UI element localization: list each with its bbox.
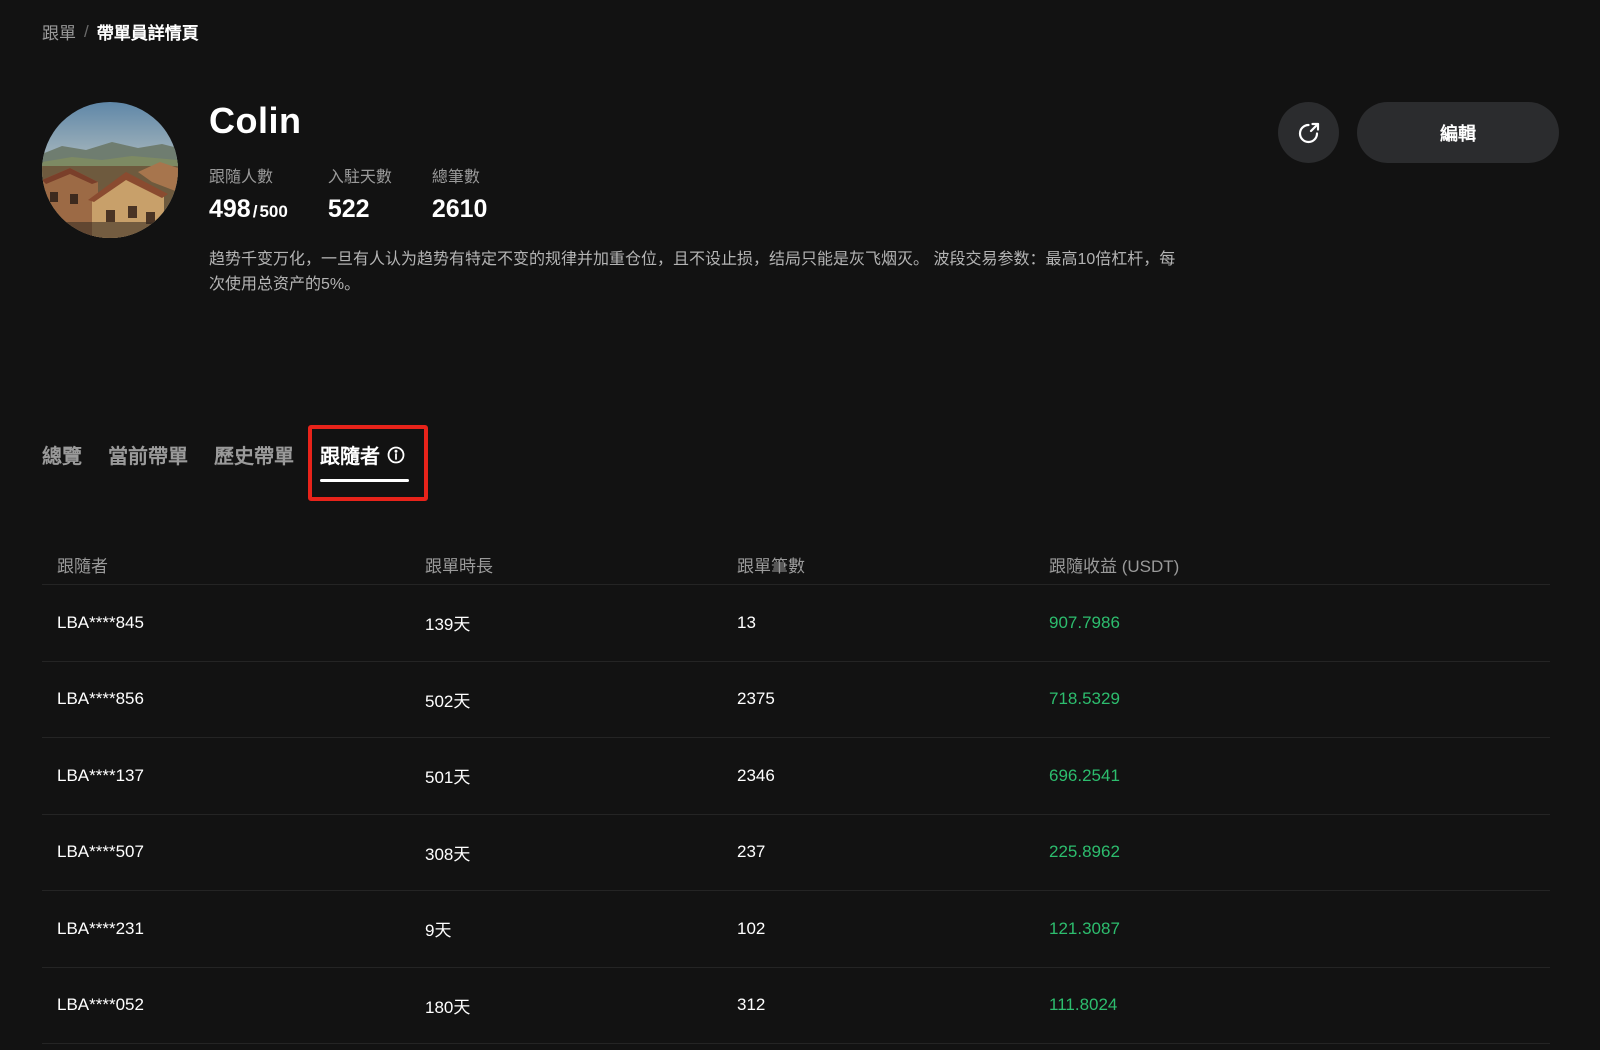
column-header-duration: 跟單時長 xyxy=(425,556,493,576)
followers-slash: / xyxy=(252,202,258,221)
cell-count: 312 xyxy=(737,995,766,1015)
stat-followers: 跟隨人數 498/500 xyxy=(209,163,288,224)
table-row: LBA****507 308天 237 225.8962 xyxy=(42,815,1550,891)
stats-group: 跟隨人數 498/500 入駐天數 522 總筆數 2610 xyxy=(209,163,487,224)
column-header-count: 跟單筆數 xyxy=(737,556,805,576)
breadcrumb: 跟單 / 帶單員詳情頁 xyxy=(42,19,199,44)
avatar xyxy=(42,102,178,238)
cell-profit: 718.5329 xyxy=(1049,689,1120,709)
table-row: LBA****137 501天 2346 696.2541 xyxy=(42,738,1550,815)
trader-bio: 趋势千变万化，一旦有人认为趋势有特定不变的规律并加重仓位，且不设止损，结局只能是… xyxy=(209,251,1176,293)
cell-follower: LBA****231 xyxy=(57,918,144,938)
tab-history-orders[interactable]: 歷史帶單 xyxy=(214,440,294,469)
table-row: LBA****231 9天 102 121.3087 xyxy=(42,891,1550,968)
stat-followers-value: 498/500 xyxy=(209,195,288,224)
cell-profit: 696.2541 xyxy=(1049,765,1120,785)
cell-count: 2346 xyxy=(737,765,775,785)
followers-max: 500 xyxy=(259,202,288,221)
cell-count: 13 xyxy=(737,612,756,632)
stat-trades: 總筆數 2610 xyxy=(432,163,488,224)
column-header-follower: 跟隨者 xyxy=(57,556,108,576)
table-row: LBA****052 180天 312 111.8024 xyxy=(42,968,1550,1044)
cell-duration: 308天 xyxy=(425,844,471,864)
tab-followers[interactable]: 跟隨者 xyxy=(320,440,409,482)
cell-follower: LBA****052 xyxy=(57,995,144,1015)
cell-profit: 907.7986 xyxy=(1049,612,1120,632)
cell-profit: 225.8962 xyxy=(1049,842,1120,862)
info-icon[interactable] xyxy=(387,446,405,464)
cell-count: 237 xyxy=(737,842,766,862)
stat-trades-value: 2610 xyxy=(431,195,488,223)
followers-count: 498 xyxy=(209,195,251,223)
table-header: 跟隨者 跟單時長 跟單筆數 跟隨收益 (USDT) xyxy=(42,534,1550,585)
stat-days-label: 入駐天數 xyxy=(327,169,392,186)
tab-overview[interactable]: 總覽 xyxy=(42,440,82,469)
column-header-profit: 跟隨收益 (USDT) xyxy=(1049,556,1180,576)
page: 跟單 / 帶單員詳情頁 Colin 跟隨人數 498 / 500 入駐天數 52… xyxy=(0,0,1600,1050)
breadcrumb-parent-link[interactable]: 跟單 xyxy=(42,19,76,44)
breadcrumb-current: 帶單員詳情頁 xyxy=(96,24,199,43)
cell-count: 102 xyxy=(737,918,766,938)
stat-trades-label: 總筆數 xyxy=(431,169,480,186)
edit-button[interactable]: 編輯 xyxy=(1357,102,1559,163)
share-button[interactable] xyxy=(1278,102,1339,163)
cell-follower: LBA****845 xyxy=(57,612,144,632)
cell-follower: LBA****507 xyxy=(57,842,144,862)
table-row: LBA****856 502天 2375 718.5329 xyxy=(42,662,1550,738)
cell-duration: 180天 xyxy=(425,997,471,1017)
stat-followers-label: 跟隨人數 xyxy=(209,169,274,186)
table-row: LBA****845 139天 13 907.7986 xyxy=(42,585,1550,662)
cell-profit: 111.8024 xyxy=(1049,995,1118,1015)
cell-count: 2375 xyxy=(737,689,775,709)
cell-profit: 121.3087 xyxy=(1049,918,1120,938)
cell-follower: LBA****856 xyxy=(57,689,144,709)
followers-table: 跟隨者 跟單時長 跟單筆數 跟隨收益 (USDT) LBA****845 139… xyxy=(42,534,1550,1044)
stat-days: 入駐天數 522 xyxy=(328,163,392,224)
cell-duration: 502天 xyxy=(425,691,471,711)
cell-duration: 9天 xyxy=(425,921,452,941)
trader-name: Colin xyxy=(209,100,302,141)
tab-bar: 總覽 當前帶單 歷史帶單 跟隨者 xyxy=(42,440,431,482)
cell-follower: LBA****137 xyxy=(57,765,144,785)
cell-duration: 501天 xyxy=(425,768,471,788)
share-icon xyxy=(1298,122,1319,143)
tab-current-orders[interactable]: 當前帶單 xyxy=(108,440,188,469)
tab-followers-label: 跟隨者 xyxy=(320,446,380,468)
stat-days-value: 522 xyxy=(327,195,370,223)
cell-duration: 139天 xyxy=(425,615,471,635)
breadcrumb-separator: / xyxy=(84,21,89,41)
